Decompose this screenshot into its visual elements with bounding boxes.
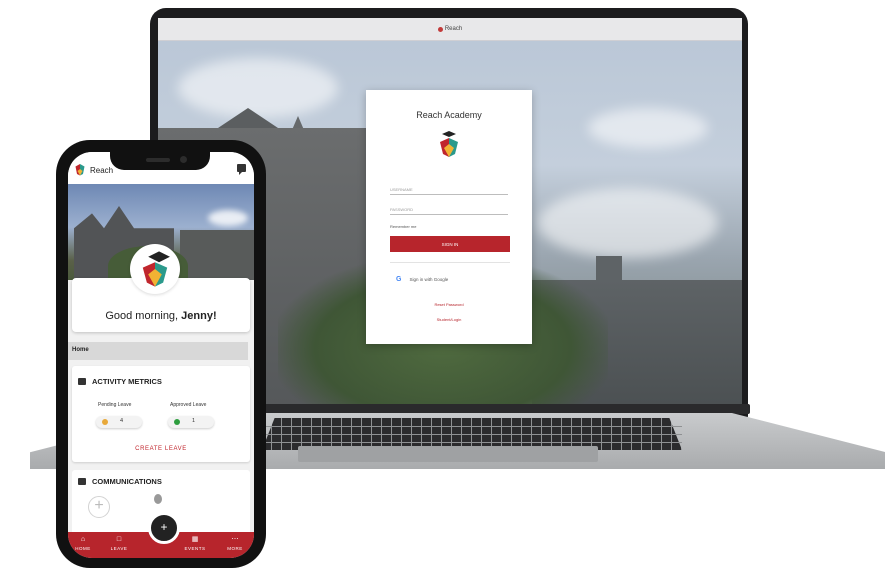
greeting-prefix: Good morning, bbox=[105, 310, 182, 322]
calendar-icon: ▦ bbox=[191, 536, 199, 543]
password-placeholder: PASSWORD bbox=[390, 207, 414, 212]
divider bbox=[390, 262, 510, 263]
avatar[interactable] bbox=[130, 244, 180, 294]
password-field[interactable]: PASSWORD bbox=[390, 202, 508, 215]
username-placeholder: USERNAME bbox=[390, 187, 413, 192]
greeting-name: Jenny! bbox=[181, 310, 217, 322]
hero-cloud bbox=[208, 210, 248, 226]
pending-leave-pill[interactable]: 4 bbox=[96, 416, 142, 428]
nav-home[interactable]: ⌂ HOME bbox=[68, 536, 98, 551]
chat-icon[interactable] bbox=[237, 164, 246, 175]
sky-cloud bbox=[178, 58, 338, 118]
add-fab-button[interactable]: + bbox=[148, 512, 180, 544]
nav-events-label: EVENTS bbox=[184, 546, 206, 551]
activity-title: ACTIVITY METRICS bbox=[92, 377, 162, 386]
camera-icon bbox=[180, 156, 187, 163]
nav-leave-label: LEAVE bbox=[110, 546, 128, 551]
keyboard-row bbox=[262, 442, 682, 443]
pending-leave-count: 4 bbox=[120, 418, 124, 424]
approved-leave-pill[interactable]: 1 bbox=[168, 416, 214, 428]
google-icon: G bbox=[396, 275, 402, 283]
browser-tab-title[interactable]: Reach bbox=[445, 26, 462, 32]
reach-logo-icon bbox=[142, 251, 170, 287]
greeting-text: Good morning, Jenny! bbox=[68, 310, 254, 322]
more-icon: ⋯ bbox=[231, 536, 239, 543]
approved-dot-icon bbox=[174, 419, 180, 425]
remember-me-checkbox[interactable]: Remember me bbox=[390, 224, 416, 229]
reach-logo-icon bbox=[440, 131, 458, 157]
sky-cloud bbox=[588, 108, 708, 148]
communications-title: COMMUNICATIONS bbox=[92, 477, 162, 486]
sky-cloud bbox=[538, 188, 718, 258]
trackpad bbox=[298, 446, 598, 462]
pending-dot-icon bbox=[102, 419, 108, 425]
contact-avatar[interactable] bbox=[154, 494, 162, 504]
nav-events[interactable]: ▦ EVENTS bbox=[180, 536, 210, 551]
username-field[interactable]: USERNAME bbox=[390, 182, 508, 195]
pending-leave-label: Pending Leave bbox=[98, 402, 132, 408]
nav-home-label: HOME bbox=[75, 546, 91, 551]
login-card: Reach Academy USERNAME PASSWORD Remember… bbox=[366, 90, 532, 344]
approved-leave-label: Approved Leave bbox=[170, 402, 207, 408]
breadcrumb: Home bbox=[68, 342, 248, 360]
hero-building bbox=[180, 230, 254, 280]
activity-icon bbox=[78, 378, 86, 385]
approved-leave-count: 1 bbox=[192, 418, 196, 424]
add-communication-button[interactable]: + bbox=[88, 496, 110, 518]
speaker-icon bbox=[146, 158, 170, 162]
nav-more[interactable]: ⋯ MORE bbox=[220, 536, 250, 551]
phone-screen: Reach Good morning, Jenny! Home ACTIVITY… bbox=[68, 152, 254, 558]
app-name: Reach bbox=[90, 166, 114, 175]
nav-leave[interactable]: □ LEAVE bbox=[104, 536, 134, 551]
nav-more-label: MORE bbox=[227, 546, 243, 551]
home-icon: ⌂ bbox=[80, 536, 86, 543]
breadcrumb-home[interactable]: Home bbox=[72, 347, 89, 353]
reach-logo-icon bbox=[75, 164, 85, 176]
favicon-icon bbox=[437, 26, 443, 32]
student-login-link[interactable]: Student/Login bbox=[366, 317, 532, 322]
browser-bar: Reach bbox=[158, 18, 742, 41]
sign-in-button[interactable]: SIGN IN bbox=[390, 236, 510, 252]
keyboard-row bbox=[262, 434, 682, 435]
keyboard-row bbox=[262, 426, 682, 427]
create-leave-button[interactable]: CREATE LEAVE bbox=[72, 446, 250, 452]
google-sign-in-button[interactable]: G Sign in with Google bbox=[390, 272, 510, 286]
google-sign-in-label: Sign in with Google bbox=[409, 276, 449, 282]
leave-icon: □ bbox=[116, 536, 122, 543]
reset-password-link[interactable]: Reset Password bbox=[366, 302, 532, 307]
login-title: Reach Academy bbox=[416, 110, 482, 120]
communications-icon bbox=[78, 478, 86, 485]
activity-metrics-card: ACTIVITY METRICS Pending Leave Approved … bbox=[72, 366, 250, 462]
